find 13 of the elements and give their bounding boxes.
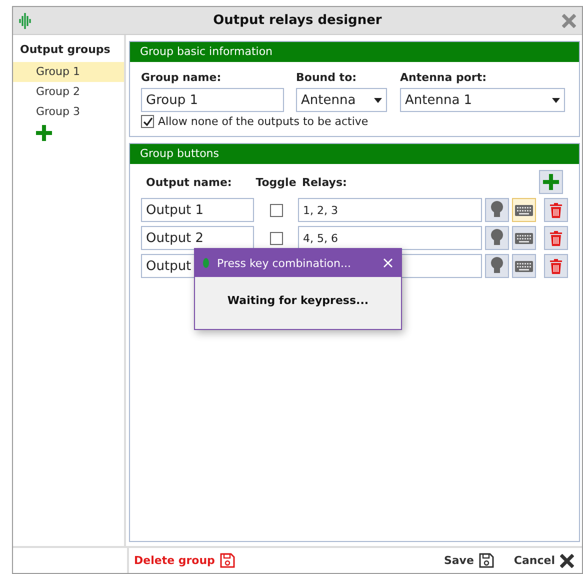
sidebar-title: Output groups [19,43,112,58]
field-label: Bound to: [296,71,358,84]
panel-header: Group buttons [130,144,579,164]
panel-header: Group basic information [130,42,579,62]
field-label: Group name: [141,71,222,84]
column-header: Output name: [145,176,233,188]
window-title: Output relays designer [213,13,382,28]
dialog-message: Waiting for keypress... [227,294,369,307]
field-label: Antenna port: [400,71,488,84]
dialog-title: Press key combination... [217,256,352,270]
column-header: Relays: [301,176,348,188]
checkbox-label: Allow none of the outputs to be active [158,115,368,128]
column-header: Toggle [254,176,298,188]
